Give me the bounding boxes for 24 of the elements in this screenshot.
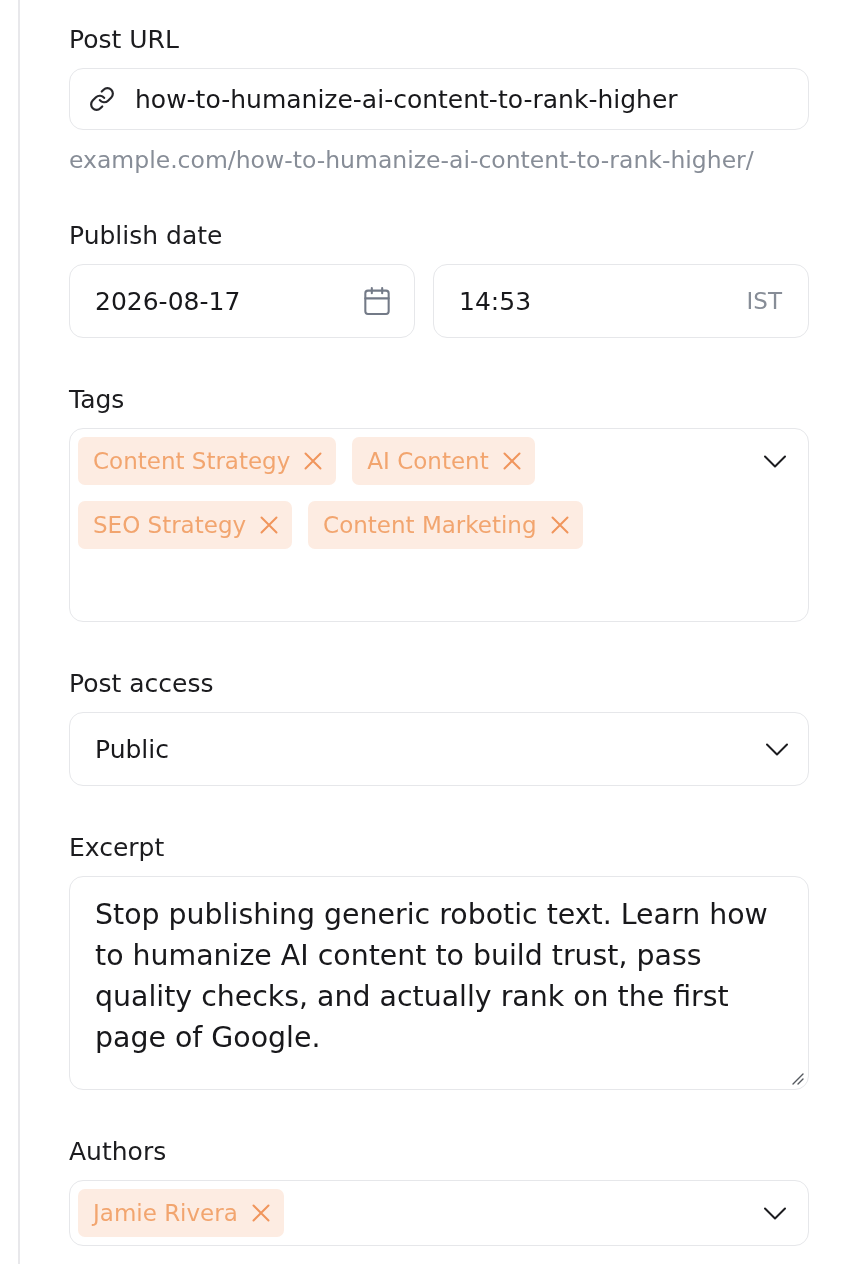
field-label: Excerpt xyxy=(69,833,165,863)
tag-label: Content Strategy xyxy=(93,447,291,475)
tag-label: AI Content xyxy=(367,447,489,475)
excerpt-field[interactable]: Stop publishing generic robotic text. Learn how to humanize AI content to build trust, pass quality checks, and actually rank on the first page of Google. xyxy=(69,876,809,1090)
chevron-down-icon[interactable] xyxy=(764,1206,786,1220)
field-label: Tags xyxy=(69,385,125,415)
tag-label: Content Marketing xyxy=(323,511,537,539)
url-field[interactable]: how-to-humanize-ai-content-to-rank-higher xyxy=(69,68,809,130)
access-select[interactable]: Public xyxy=(69,712,809,786)
calendar-icon[interactable] xyxy=(364,287,390,315)
timezone-label: IST xyxy=(746,288,782,314)
link-icon xyxy=(90,87,114,111)
field-label: Post access xyxy=(69,669,214,699)
tag-label: SEO Strategy xyxy=(93,511,247,539)
resize-handle-icon[interactable] xyxy=(792,1073,804,1085)
date-field[interactable]: 2026-08-17 xyxy=(69,264,415,338)
chevron-down-icon[interactable] xyxy=(764,454,786,468)
field-label: Post URL xyxy=(69,25,179,55)
field-label: Publish date xyxy=(69,221,223,251)
field-label: Authors xyxy=(69,1137,167,1167)
author-label: Jamie Rivera xyxy=(93,1199,238,1227)
time-field[interactable]: 14:53 IST xyxy=(433,264,809,338)
url-preview: example.com/how-to-humanize-ai-content-to-rank-higher/ xyxy=(69,146,754,174)
chevron-down-icon[interactable] xyxy=(766,742,788,756)
